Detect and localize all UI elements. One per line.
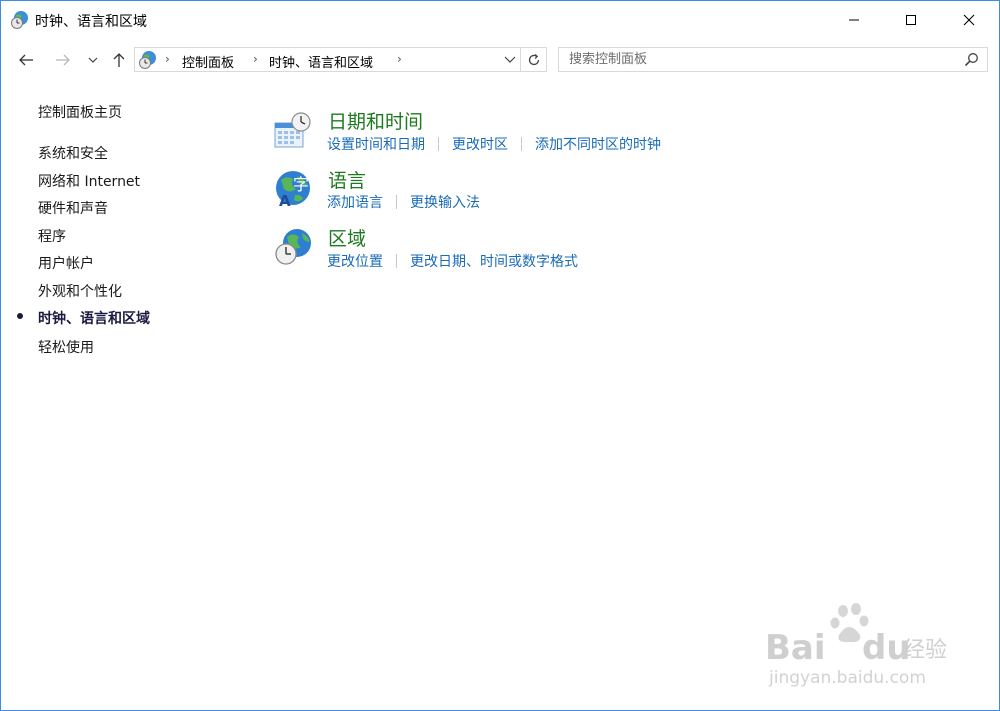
arrow-up-icon — [113, 53, 125, 67]
task-change-location[interactable]: 更改位置 — [327, 251, 383, 271]
sidebar-home-link[interactable]: 控制面板主页 — [38, 102, 122, 122]
sidebar-item-hardware-sound[interactable]: 硬件和声音 — [38, 198, 108, 218]
sidebar-item-network-internet[interactable]: 网络和 Internet — [38, 171, 140, 191]
language-globe-icon[interactable]: 字 A — [273, 168, 313, 208]
search-icon[interactable] — [964, 52, 979, 67]
refresh-icon — [528, 53, 539, 65]
arrow-right-icon — [56, 54, 70, 66]
minimize-icon — [849, 19, 859, 21]
recent-locations-button[interactable] — [83, 49, 103, 71]
svg-text:Bai: Bai — [765, 628, 826, 668]
sidebar-item-clock-language-region[interactable]: 时钟、语言和区域 — [38, 308, 150, 328]
maximize-icon — [906, 15, 916, 25]
control-panel-icon — [139, 51, 156, 69]
task-add-clocks[interactable]: 添加不同时区的时钟 — [535, 134, 661, 154]
breadcrumb-current[interactable]: 时钟、语言和区域 — [269, 52, 373, 71]
search-box[interactable] — [558, 47, 988, 72]
maximize-button[interactable] — [888, 1, 934, 39]
refresh-button[interactable] — [521, 47, 547, 72]
category-region-title[interactable]: 区域 — [328, 224, 366, 251]
up-button[interactable] — [107, 49, 131, 71]
baidu-jingyan-watermark: Bai du 经验 jingyan.baidu.com — [765, 603, 947, 688]
search-input[interactable] — [559, 48, 959, 71]
close-icon — [963, 14, 975, 26]
task-change-time-zone[interactable]: 更改时区 — [452, 134, 508, 154]
language-tasks: 添加语言 更换输入法 — [327, 192, 480, 212]
address-bar[interactable]: › 控制面板 › 时钟、语言和区域 › — [134, 47, 521, 72]
task-divider — [396, 254, 397, 268]
sidebar-item-ease-of-access[interactable]: 轻松使用 — [38, 337, 94, 357]
current-item-bullet — [17, 313, 23, 319]
sidebar-item-programs[interactable]: 程序 — [38, 226, 66, 246]
calendar-clock-icon[interactable] — [273, 111, 313, 151]
sidebar-item-appearance[interactable]: 外观和个性化 — [38, 281, 122, 301]
arrow-left-icon — [19, 54, 33, 66]
region-globe-clock-icon[interactable] — [273, 227, 313, 267]
category-date-time-title[interactable]: 日期和时间 — [328, 107, 423, 134]
chevron-down-icon — [88, 57, 98, 63]
region-tasks: 更改位置 更改日期、时间或数字格式 — [327, 251, 578, 271]
window-title: 时钟、语言和区域 — [35, 14, 147, 30]
sidebar-item-user-accounts[interactable]: 用户帐户 — [38, 253, 94, 273]
breadcrumb-separator-icon[interactable]: › — [397, 52, 402, 66]
address-dropdown-icon[interactable] — [504, 54, 516, 64]
task-add-language[interactable]: 添加语言 — [327, 192, 383, 212]
task-set-time-date[interactable]: 设置时间和日期 — [327, 134, 425, 154]
category-language-title[interactable]: 语言 — [328, 166, 366, 193]
minimize-button[interactable] — [831, 1, 877, 39]
globe-clock-icon — [11, 11, 28, 29]
forward-button[interactable] — [51, 49, 75, 71]
svg-text:经验: 经验 — [903, 638, 947, 663]
svg-text:字: 字 — [293, 175, 309, 194]
date-time-tasks: 设置时间和日期 更改时区 添加不同时区的时钟 — [327, 134, 661, 154]
breadcrumb-control-panel[interactable]: 控制面板 — [182, 52, 234, 71]
task-change-date-time-number-formats[interactable]: 更改日期、时间或数字格式 — [410, 251, 578, 271]
task-change-input-method[interactable]: 更换输入法 — [410, 192, 480, 212]
back-button[interactable] — [14, 49, 38, 71]
title-bar[interactable]: 时钟、语言和区域 — [1, 1, 999, 39]
task-divider — [396, 195, 397, 209]
close-button[interactable] — [946, 1, 992, 39]
svg-text:jingyan.baidu.com: jingyan.baidu.com — [768, 668, 926, 688]
breadcrumb-separator-icon[interactable]: › — [165, 52, 170, 66]
breadcrumb-separator-icon[interactable]: › — [253, 52, 258, 66]
sidebar-item-system-security[interactable]: 系统和安全 — [38, 143, 108, 163]
svg-text:A: A — [279, 192, 291, 208]
task-divider — [521, 137, 522, 151]
task-divider — [438, 137, 439, 151]
control-panel-window: 时钟、语言和区域 › 控制面板 › 时钟、语言和区域 › 搜索控制面板 控制面板… — [0, 0, 1000, 711]
